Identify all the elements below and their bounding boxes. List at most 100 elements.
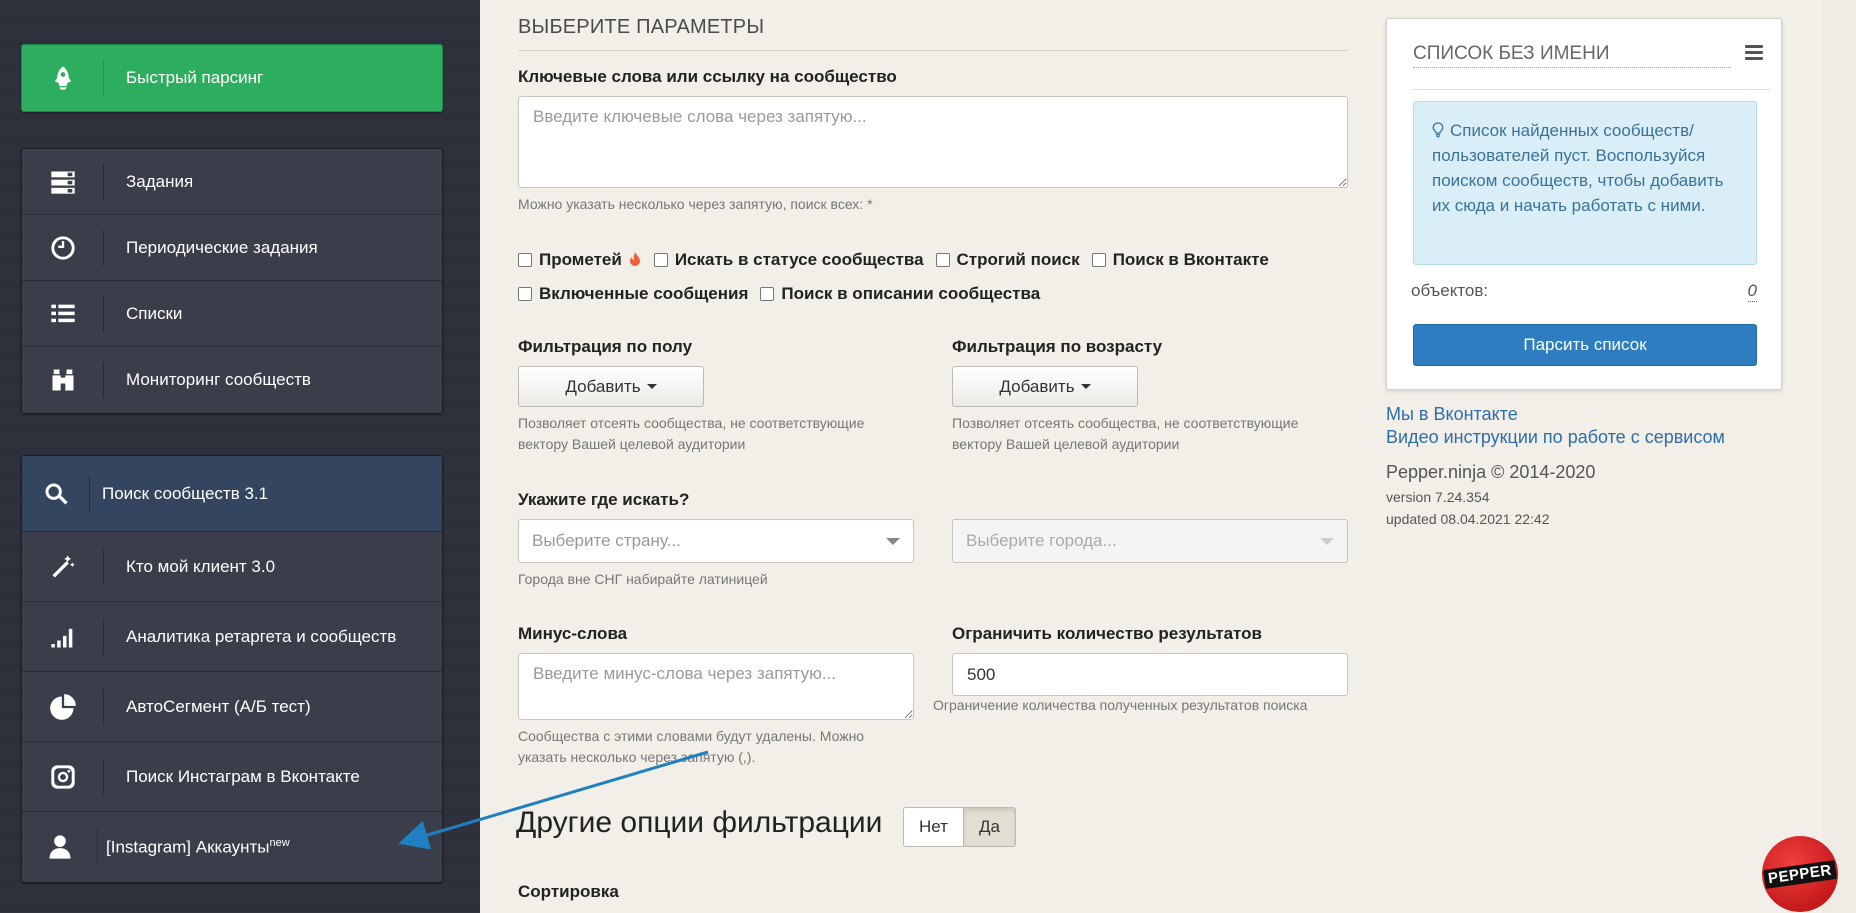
button-label: Добавить (565, 376, 641, 396)
sidebar-item-tasks[interactable]: Задания (22, 149, 442, 215)
where-label: Укажите где искать? (518, 490, 690, 509)
list-icon (22, 295, 104, 332)
lightbulb-icon (1432, 120, 1444, 138)
signal-bars-icon (22, 618, 104, 655)
vk-link[interactable]: Мы в Вконтакте (1386, 404, 1725, 425)
rocket-icon (22, 60, 104, 96)
options-row-2: Включенные сообщения Поиск в описании со… (518, 284, 1052, 304)
minus-words-help: Сообщества с этими словами будут удалены… (518, 728, 865, 765)
age-filter-label: Фильтрация по возрасту (952, 337, 1163, 356)
badge-text: PEPPER (1763, 859, 1837, 889)
checkbox-label: Искать в статусе сообщества (674, 250, 924, 269)
other-options-toggle: Нет Да (903, 807, 1016, 847)
description-search-checkbox[interactable]: Поиск в описании сообщества (760, 284, 1040, 304)
button-label: Добавить (999, 376, 1075, 396)
other-options-title: Другие опции фильтрации (516, 806, 883, 839)
toggle-yes-button[interactable]: Да (962, 808, 1015, 846)
select-placeholder: Выберите города... (966, 531, 1117, 550)
checkbox-label: Строгий поиск (956, 250, 1080, 269)
gender-filter-label: Фильтрация по полу (518, 337, 693, 356)
list-title[interactable]: СПИСОК БЕЗ ИМЕНИ (1413, 43, 1731, 68)
vk-search-checkbox[interactable]: Поиск в Вконтакте (1091, 250, 1269, 270)
parse-list-button[interactable]: Парсить список (1413, 324, 1757, 366)
copyright: Pepper.ninja © 2014-2020 (1386, 462, 1596, 482)
limit-help: Ограничение количества полученных резуль… (933, 697, 1308, 713)
sidebar-item-community-search[interactable]: Поиск сообществ 3.1 (22, 456, 442, 532)
pepper-chat-badge[interactable]: PEPPER (1762, 836, 1838, 912)
messages-enabled-checkbox[interactable]: Включенные сообщения (518, 284, 748, 304)
tasks-icon (22, 163, 104, 200)
where-help: Города вне СНГ набирайте латиницей (518, 571, 768, 587)
city-select[interactable]: Выберите города... (952, 519, 1348, 563)
sidebar-item-label: Аналитика ретаргета и сообществ (126, 626, 397, 646)
age-add-button[interactable]: Добавить (952, 366, 1138, 407)
checkbox-box[interactable] (935, 253, 950, 267)
sidebar-item-label: [Instagram] Аккаунтыnew (106, 836, 290, 857)
empty-list-alert: Список найденных сообществ/пользователей… (1413, 101, 1757, 265)
alert-text: Список найденных сообществ/пользователей… (1432, 121, 1724, 215)
version-text: version 7.24.354 (1386, 489, 1490, 505)
checkbox-box[interactable] (1091, 253, 1106, 267)
sidebar-item-lists[interactable]: Списки (22, 281, 442, 347)
clock-icon (22, 229, 104, 266)
sidebar: Быстрый парсинг Задания Периодические за… (0, 0, 480, 913)
checkbox-box[interactable] (760, 287, 775, 301)
checkbox-label: Включенные сообщения (539, 284, 749, 303)
checkbox-label: Прометей (539, 250, 622, 269)
checkbox-label: Поиск в Вконтакте (1112, 250, 1269, 269)
sidebar-item-label: Мониторинг сообществ (126, 370, 311, 389)
age-help: Позволяет отсеять сообщества, не соответ… (952, 415, 1299, 452)
sidebar-item-autosegment[interactable]: АвтоСегмент (А/Б тест) (22, 672, 442, 742)
sidebar-item-instagram-search[interactable]: Поиск Инстаграм в Вконтакте (22, 742, 442, 812)
sidebar-item-label: Списки (126, 303, 183, 323)
sidebar-item-instagram-accounts[interactable]: [Instagram] Аккаунтыnew (22, 812, 442, 882)
binoculars-icon (22, 362, 104, 398)
keywords-input[interactable] (518, 96, 1348, 188)
sidebar-item-analytics[interactable]: Аналитика ретаргета и сообществ (22, 602, 442, 672)
pie-chart-icon (22, 688, 104, 725)
objects-count[interactable]: 0 (1747, 281, 1757, 302)
country-select[interactable]: Выберите страну... (518, 519, 914, 563)
sidebar-item-monitoring[interactable]: Мониторинг сообществ (22, 347, 442, 413)
minus-words-label: Минус-слова (518, 624, 628, 643)
sidebar-item-fast-parse[interactable]: Быстрый парсинг (22, 45, 442, 111)
status-search-checkbox[interactable]: Искать в статусе сообщества (653, 250, 924, 270)
select-placeholder: Выберите страну... (532, 531, 681, 550)
gender-add-button[interactable]: Добавить (518, 366, 704, 407)
sidebar-item-periodic-tasks[interactable]: Периодические задания (22, 215, 442, 281)
sidebar-item-label: Задания (126, 171, 194, 191)
minus-words-input[interactable] (518, 653, 914, 720)
instagram-icon (22, 758, 104, 795)
links-block: Мы в Вконтакте Видео инструкции по работ… (1386, 404, 1725, 527)
keywords-label: Ключевые слова или ссылку на сообщество (518, 67, 897, 86)
limit-label: Ограничить количество результатов (952, 624, 1262, 643)
caret-down-icon (1080, 384, 1091, 389)
video-instructions-link[interactable]: Видео инструкции по работе с сервисом (1386, 427, 1725, 448)
toggle-no-button[interactable]: Нет (904, 808, 963, 846)
sidebar-item-label: АвтоСегмент (А/Б тест) (126, 696, 311, 716)
limit-input[interactable] (952, 653, 1348, 696)
sidebar-item-label: Поиск Инстаграм в Вконтакте (126, 766, 360, 786)
new-badge: new (269, 836, 290, 849)
dropdown-arrow-icon (1320, 537, 1334, 545)
tools-menu: Поиск сообществ 3.1 Кто мой клиент 3.0 А… (21, 455, 443, 883)
tasks-menu: Задания Периодические задания Списки Мон… (21, 148, 443, 414)
fast-parse-block: Быстрый парсинг (21, 44, 443, 112)
search-icon (22, 475, 90, 512)
strict-search-checkbox[interactable]: Строгий поиск (935, 250, 1080, 270)
sort-label: Сортировка (518, 882, 619, 901)
checkbox-box[interactable] (653, 253, 668, 267)
magic-wand-icon (22, 548, 104, 585)
sidebar-item-label: Быстрый парсинг (126, 68, 264, 87)
sidebar-item-label: Периодические задания (126, 237, 318, 257)
divider (518, 50, 1348, 51)
section-title: ВЫБЕРИТЕ ПАРАМЕТРЫ (518, 16, 765, 38)
sidebar-item-label: Поиск сообществ 3.1 (102, 483, 269, 503)
keywords-help: Можно указать несколько через запятую, п… (518, 196, 873, 212)
sidebar-item-who-client[interactable]: Кто мой клиент 3.0 (22, 532, 442, 602)
user-icon (22, 829, 98, 865)
menu-icon[interactable] (1745, 45, 1763, 63)
prometheus-checkbox[interactable]: Прометей (518, 250, 642, 270)
checkbox-box[interactable] (518, 253, 532, 267)
checkbox-box[interactable] (518, 287, 532, 301)
